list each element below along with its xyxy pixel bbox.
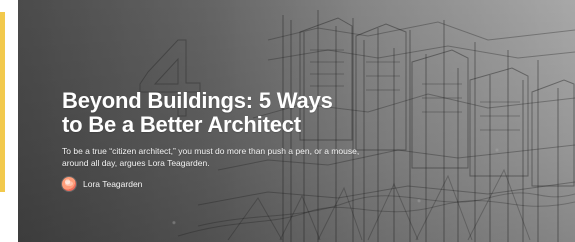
hero-image[interactable]: Beyond Buildings: 5 Ways to Be a Better …: [18, 0, 575, 242]
article-subtitle: To be a true “citizen architect,” you mu…: [62, 146, 360, 168]
article-hero-card: Beyond Buildings: 5 Ways to Be a Better …: [0, 0, 575, 242]
hero-content: Beyond Buildings: 5 Ways to Be a Better …: [62, 89, 422, 191]
author-avatar: [62, 177, 76, 191]
author-row[interactable]: Lora Teagarden: [62, 177, 422, 191]
accent-bar: [0, 12, 5, 192]
author-name[interactable]: Lora Teagarden: [83, 178, 142, 190]
article-title[interactable]: Beyond Buildings: 5 Ways to Be a Better …: [62, 89, 342, 137]
